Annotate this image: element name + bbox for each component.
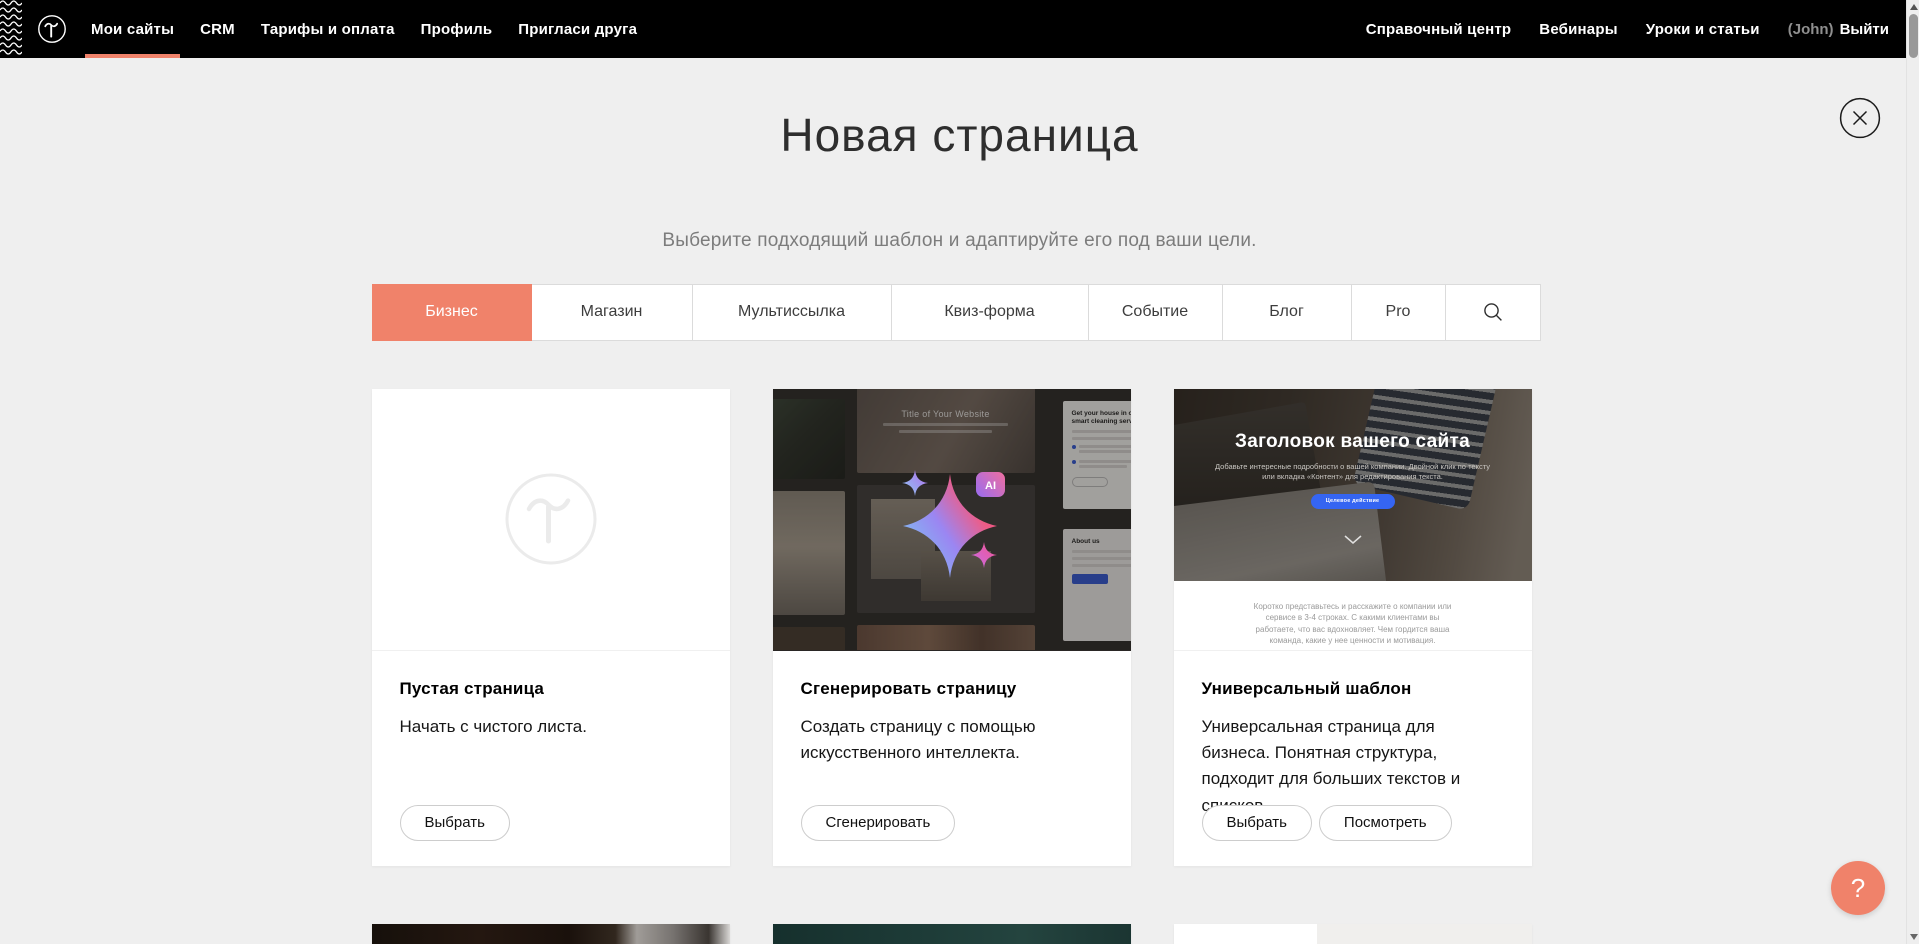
page-title: Новая страница (372, 110, 1548, 162)
card-title: Сгенерировать страницу (801, 679, 1103, 699)
top-navbar: Мои сайты CRM Тарифы и оплата Профиль Пр… (0, 0, 1919, 58)
active-nav-underline (85, 54, 180, 58)
scroll-up-arrow[interactable] (1907, 0, 1919, 14)
tab-multilink[interactable]: Мультиссылка (692, 284, 892, 341)
nav-item-profile[interactable]: Профиль (421, 0, 493, 58)
card-buttons: Выбрать (400, 805, 510, 841)
preview-hero-content: Заголовок вашего сайта Добавьте интересн… (1174, 389, 1532, 581)
preview-cta-button: Целевое действие (1311, 494, 1395, 509)
search-icon (1483, 302, 1503, 322)
page-subtitle: Выберите подходящий шаблон и адаптируйте… (372, 230, 1548, 252)
template-card-partial-3[interactable] (1174, 924, 1532, 944)
tilda-logo[interactable] (37, 14, 67, 44)
card-ai-collage-image[interactable]: Title of Your Website Get your house in … (773, 389, 1131, 651)
generate-button[interactable]: Сгенерировать (801, 805, 956, 841)
template-cards-row-2 (372, 924, 1548, 944)
ai-badge: AI (976, 472, 1005, 497)
nav-item-label: Вебинары (1539, 21, 1617, 38)
zigzag-pattern (0, 0, 22, 58)
card-info: Сгенерировать страницу Создать страницу … (773, 651, 1131, 865)
card-title: Пустая страница (400, 679, 702, 699)
user-chunk: (John) Выйти (1788, 21, 1889, 38)
preview-hero-title: Заголовок вашего сайта (1174, 431, 1532, 453)
help-button[interactable]: ? (1831, 861, 1885, 915)
template-cards-row: Пустая страница Начать с чистого листа. … (372, 389, 1548, 866)
preview-button[interactable]: Посмотреть (1319, 805, 1452, 841)
card-blank-page: Пустая страница Начать с чистого листа. … (372, 389, 730, 866)
nav-item-lessons[interactable]: Уроки и статьи (1646, 21, 1760, 38)
card-generate-page: Title of Your Website Get your house in … (773, 389, 1131, 866)
nav-item-webinars[interactable]: Вебинары (1539, 21, 1617, 38)
card-universal-template: Заголовок вашего сайта Добавьте интересн… (1174, 389, 1532, 866)
select-button[interactable]: Выбрать (400, 805, 510, 841)
preview-body-text: Коротко представьтесь и расскажите о ком… (1253, 601, 1453, 647)
template-category-tabs: Бизнес Магазин Мультиссылка Квиз-форма С… (372, 284, 1548, 341)
select-button[interactable]: Выбрать (1202, 805, 1312, 841)
scrollbar[interactable] (1906, 0, 1919, 944)
nav-item-label: Профиль (421, 21, 493, 38)
card-info: Пустая страница Начать с чистого листа. … (372, 651, 730, 865)
nav-item-pricing[interactable]: Тарифы и оплата (261, 0, 395, 58)
card-description: Начать с чистого листа. (400, 714, 702, 740)
card-buttons: Выбрать Посмотреть (1202, 805, 1452, 841)
user-name: (John) (1788, 21, 1834, 38)
card-info: Универсальный шаблон Универсальная стран… (1174, 651, 1532, 865)
question-mark: ? (1851, 873, 1865, 904)
tab-event[interactable]: Событие (1088, 284, 1223, 341)
logout-link[interactable]: Выйти (1840, 21, 1889, 38)
nav-item-help-center[interactable]: Справочный центр (1366, 21, 1512, 38)
tab-search[interactable] (1445, 284, 1541, 341)
svg-text:AI: AI (985, 480, 996, 492)
preview-body: Коротко представьтесь и расскажите о ком… (1174, 581, 1532, 651)
tab-quiz-form[interactable]: Квиз-форма (891, 284, 1089, 341)
card-title: Универсальный шаблон (1202, 679, 1504, 699)
tab-shop[interactable]: Магазин (531, 284, 693, 341)
template-card-partial-1[interactable] (372, 924, 730, 944)
scrollbar-thumb[interactable] (1909, 14, 1918, 58)
close-button[interactable] (1839, 97, 1881, 139)
nav-item-label: Пригласи друга (518, 21, 637, 38)
close-icon (1839, 97, 1881, 139)
nav-item-label: Справочный центр (1366, 21, 1512, 38)
scroll-down-arrow[interactable] (1907, 930, 1919, 944)
template-card-partial-2[interactable] (773, 924, 1131, 944)
card-template-preview-image[interactable]: Заголовок вашего сайта Добавьте интересн… (1174, 389, 1532, 651)
preview-hero: Заголовок вашего сайта Добавьте интересн… (1174, 389, 1532, 581)
tab-business[interactable]: Бизнес (372, 284, 532, 341)
nav-item-label: CRM (200, 21, 235, 38)
tab-blog[interactable]: Блог (1222, 284, 1352, 341)
tilda-watermark-icon (503, 471, 599, 567)
card-buttons: Сгенерировать (801, 805, 956, 841)
card-blank-image[interactable] (372, 389, 730, 651)
primary-nav: Мои сайты CRM Тарифы и оплата Профиль Пр… (91, 0, 663, 58)
nav-item-label: Тарифы и оплата (261, 21, 395, 38)
tab-pro[interactable]: Pro (1351, 284, 1446, 341)
preview-hero-text: Добавьте интересные подробности о вашей … (1213, 462, 1492, 482)
card-description: Создать страницу с помощью искусственног… (801, 714, 1051, 767)
ai-sparkle-icon: AI (773, 389, 1131, 651)
nav-item-label: Уроки и статьи (1646, 21, 1760, 38)
nav-item-crm[interactable]: CRM (200, 0, 235, 58)
card-description: Универсальная страница для бизнеса. Поня… (1202, 714, 1504, 819)
nav-item-my-sites[interactable]: Мои сайты (91, 0, 174, 58)
main-content: Новая страница Выберите подходящий шабло… (372, 0, 1548, 944)
nav-item-invite-friend[interactable]: Пригласи друга (518, 0, 637, 58)
secondary-nav: Справочный центр Вебинары Уроки и статьи… (1338, 21, 1889, 38)
chevron-down-icon (1174, 531, 1532, 549)
nav-item-label: Мои сайты (91, 21, 174, 38)
